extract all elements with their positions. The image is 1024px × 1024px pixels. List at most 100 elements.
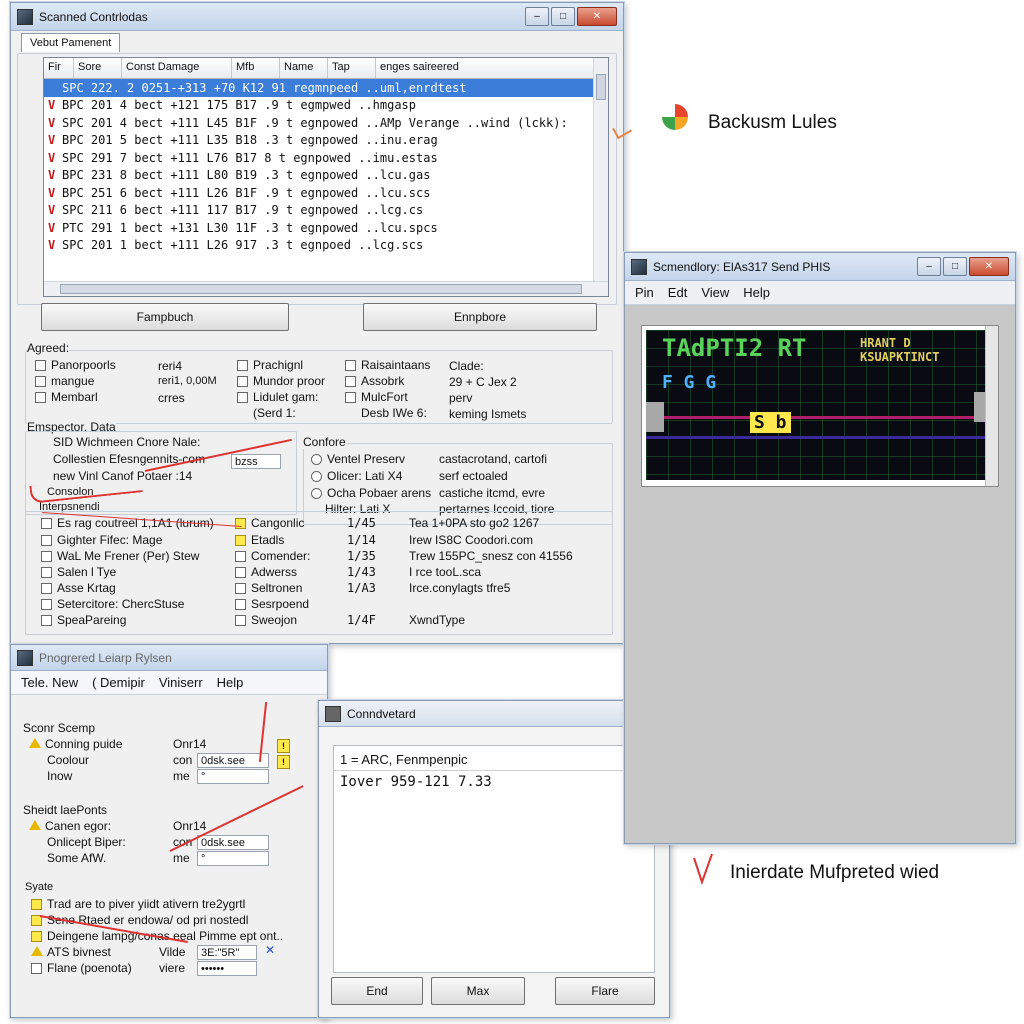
menu-item[interactable]: Help (743, 285, 770, 300)
end-button[interactable]: End (331, 977, 423, 1005)
col-header[interactable]: enges saireered (376, 58, 608, 78)
close-icon[interactable]: ✕ (969, 257, 1009, 276)
max-button[interactable]: Max (431, 977, 525, 1005)
table-row[interactable]: SPC 222. 2 0251-+313 +70 K12 91 regmnpee… (44, 79, 608, 97)
menu-item[interactable]: Viniserr (159, 675, 203, 690)
menu-item[interactable]: Tele. New (21, 675, 78, 690)
option-check[interactable]: Etadls (235, 533, 284, 547)
warning-badge-icon: ! (277, 755, 290, 769)
menu-item[interactable]: Help (217, 675, 244, 690)
table-row[interactable]: V SPC 201 4 bect +111 L45 B1F .9 t egnpow… (44, 114, 608, 132)
setting-field[interactable]: ° (197, 851, 269, 866)
tab-vebut[interactable]: Vebut Pamenent (21, 33, 121, 52)
command-titlebar[interactable]: Conndvetard (319, 701, 669, 727)
menu-item[interactable]: ( Demipir (92, 675, 145, 690)
check-label: Raisaintaans (361, 358, 431, 372)
row-mark: V (48, 185, 56, 200)
main-titlebar[interactable]: Scanned Contrlodas – □ ✕ (11, 3, 623, 31)
option-check[interactable]: Seltronen (235, 581, 302, 595)
agreed-check[interactable]: Raisaintaans (345, 358, 430, 372)
col-header[interactable]: Mfb (232, 58, 280, 78)
setting-field[interactable]: ° (197, 769, 269, 784)
option-check[interactable]: Gighter Fifec: Mage (41, 533, 162, 547)
agreed-check[interactable]: MulcFort (345, 390, 408, 404)
agreed-check[interactable]: Membarl (35, 390, 98, 404)
menu-item[interactable]: Edt (668, 285, 688, 300)
table-row[interactable]: V BPC 251 6 bect +111 L26 B1F .9 t egnpow… (44, 184, 608, 202)
menu-item[interactable]: View (701, 285, 729, 300)
col-header[interactable]: Const Damage (122, 58, 232, 78)
option-check[interactable]: SpeaPareing (41, 613, 126, 627)
viewer-window: Scmendlory: ElAs317 Send PHIS – □ ✕ Pin … (624, 252, 1016, 844)
viewer-canvas[interactable]: TAdPTI2 RT HRANT D KSUAPKTINCT F G G S b (641, 325, 999, 487)
table-row[interactable]: V BPC 201 4 bect +121 175 B17 .9 t egmpwe… (44, 97, 608, 115)
col-header[interactable]: Tap (328, 58, 376, 78)
option-check[interactable]: Adwerss (235, 565, 297, 579)
ennpbore-button[interactable]: Ennpbore (363, 303, 597, 331)
table-row[interactable]: V PTC 291 1 bect +131 L30 11F .3 t egnpow… (44, 219, 608, 237)
screen-block (646, 402, 664, 432)
option-check[interactable]: Setercitore: ChercStuse (41, 597, 184, 611)
scroll-thumb[interactable] (60, 284, 582, 294)
row-mark: V (48, 238, 56, 253)
option-check[interactable]: Sesrpoend (235, 597, 309, 611)
setting-value: me (173, 851, 190, 865)
minimize-icon[interactable]: – (917, 257, 941, 276)
list-header: Fir Sore Const Damage Mfb Name Tap enges… (44, 58, 608, 79)
agreed-check[interactable]: mangue (35, 374, 94, 388)
password-field[interactable]: •••••• (197, 961, 257, 976)
viewer-vscrollbar[interactable] (985, 326, 998, 486)
menu-item[interactable]: Pin (635, 285, 654, 300)
setting-label: Canen egor: (45, 819, 112, 833)
table-row[interactable]: V SPC 291 7 bect +111 L76 B17 8 t egnpowe… (44, 149, 608, 167)
col-header[interactable]: Fir (44, 58, 74, 78)
list-vscrollbar[interactable] (593, 58, 608, 296)
agreed-value: reri4 (158, 359, 183, 373)
row-mark: V (48, 133, 56, 148)
agreed-check[interactable]: Assobrk (345, 374, 404, 388)
maximize-icon[interactable]: □ (943, 257, 967, 276)
agreed-check[interactable]: Panorpoorls (35, 358, 116, 372)
table-row[interactable]: V BPC 201 5 bect +111 L35 B18 .3 t egnpow… (44, 132, 608, 150)
second-titlebar[interactable]: Pnogrered Leiarp Rylsen (11, 645, 327, 671)
option-ratio: 1/A3 (347, 581, 376, 595)
command-output[interactable]: 1 = ARC, Fenmpenpic Iover 959-121 7.33 (333, 745, 655, 973)
check-label: Flane (poenota) (47, 961, 132, 975)
command-window: Conndvetard 1 = ARC, Fenmpenpic Iover 95… (318, 700, 670, 1018)
vide-field[interactable]: 3E:"5R" (197, 945, 257, 960)
emphasis-field[interactable]: bzss (231, 454, 281, 469)
fampbuch-button[interactable]: Fampbuch (41, 303, 289, 331)
syate-check[interactable]: Flane (poenota) (31, 961, 132, 975)
syate-check[interactable]: Trad are to piver yiidt ativern tre2ygrt… (31, 897, 245, 911)
screen-bar (646, 436, 992, 439)
option-check[interactable]: WaL Me Frener (Per) Stew (41, 549, 199, 563)
agreed-value: keming Ismets (449, 407, 527, 421)
table-row[interactable]: V SPC 201 1 bect +111 L26 917 .3 t egnpoe… (44, 237, 608, 255)
viewer-titlebar[interactable]: Scmendlory: ElAs317 Send PHIS – □ ✕ (625, 253, 1015, 281)
table-row[interactable]: V BPC 231 8 bect +111 L80 B19 .3 t egnpow… (44, 167, 608, 185)
option-check[interactable]: Comender: (235, 549, 310, 563)
minimize-icon[interactable]: – (525, 7, 549, 26)
setting-field[interactable]: 0dsk.see (197, 835, 269, 850)
option-check[interactable]: Salen l Tye (41, 565, 116, 579)
agreed-check[interactable]: Lidulet gam: (237, 390, 318, 404)
close-icon[interactable]: ✕ (577, 7, 617, 26)
agreed-check[interactable]: Prachignl (237, 358, 303, 372)
table-row[interactable]: V SPC 211 6 bect +111 117 B17 .9 t egnpow… (44, 202, 608, 220)
option-check[interactable]: Asse Krtag (41, 581, 116, 595)
list-hscrollbar[interactable] (44, 281, 608, 296)
scroll-thumb[interactable] (596, 74, 606, 100)
close-x-icon[interactable]: ✕ (265, 943, 275, 957)
maximize-icon[interactable]: □ (551, 7, 575, 26)
flare-button[interactable]: Flare (555, 977, 655, 1005)
agreed-check[interactable]: Mundor proor (237, 374, 325, 388)
confore-radio[interactable]: Olicer: Lati X4 (311, 469, 402, 483)
col-header[interactable]: Sore (74, 58, 122, 78)
confore-radio[interactable]: Ocha Pobaer arens (311, 486, 431, 500)
col-header[interactable]: Name (280, 58, 328, 78)
option-check[interactable]: Cangonlic (235, 516, 304, 530)
app-icon (17, 8, 33, 25)
option-check[interactable]: Sweojon (235, 613, 297, 627)
confore-radio[interactable]: Ventel Preserv (311, 452, 405, 466)
results-list[interactable]: Fir Sore Const Damage Mfb Name Tap enges… (43, 57, 609, 297)
